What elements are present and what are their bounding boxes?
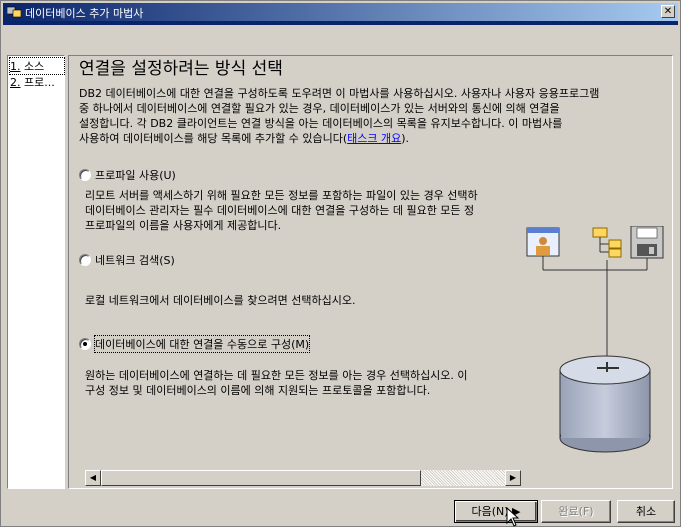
- finish-button[interactable]: 완료(F): [541, 500, 611, 523]
- nav-item-number: 2.: [10, 76, 21, 89]
- network-search-description: 로컬 네트워크에서 데이터베이스를 찾으려면 선택하십시오.: [85, 293, 535, 308]
- scroll-right-button[interactable]: ▶: [505, 470, 521, 486]
- wizard-steps-nav: 1. 소스 2. 프로...: [7, 55, 65, 489]
- option-text-line: 로컬 네트워크에서 데이터베이스를 찾으려면 선택하십시오.: [85, 294, 356, 307]
- option-text-line: 구성 정보 및 데이터베이스의 이름에 의해 지원되는 프로토콜을 포함합니다.: [85, 384, 431, 397]
- close-button[interactable]: ✕: [661, 5, 675, 18]
- database-cylinder-icon: [559, 355, 651, 453]
- scroll-track[interactable]: [421, 470, 505, 486]
- manual-config-description: 원하는 데이터베이스에 연결하는 데 필요한 모든 정보를 아는 경우 선택하십…: [85, 368, 535, 398]
- task-overview-link[interactable]: 태스크 개요: [347, 132, 401, 145]
- nav-item-profile[interactable]: 2. 프로...: [10, 74, 64, 90]
- scroll-left-button[interactable]: ◀: [85, 470, 101, 486]
- mouse-cursor-icon: [506, 507, 520, 527]
- profile-description: 리모트 서버를 액세스하기 위해 필요한 모든 정보를 포함하는 파일이 있는 …: [85, 188, 535, 233]
- manual-config-radio-label[interactable]: 데이터베이스에 대한 연결을 수동으로 구성(M): [93, 335, 311, 353]
- option-text-line: 데이터베이스 관리자는 필수 데이터베이스에 대한 연결을 구성하는 데 필요한…: [85, 204, 475, 217]
- nav-item-source[interactable]: 1. 소스: [9, 57, 65, 75]
- nav-item-label: 프로...: [24, 76, 55, 89]
- description-line: DB2 데이터베이스에 대한 연결을 구성하도록 도우려면 이 마법사를 사용하…: [79, 87, 600, 100]
- option-text-line: 리모트 서버를 액세스하기 위해 필요한 모든 정보를 포함하는 파일이 있는 …: [85, 189, 478, 202]
- profile-radio-label[interactable]: 프로파일 사용(U): [95, 167, 176, 183]
- connection-lines: [542, 256, 648, 362]
- page-description: DB2 데이터베이스에 대한 연결을 구성하도록 도우려면 이 마법사를 사용하…: [79, 86, 672, 146]
- network-search-radio[interactable]: [79, 254, 91, 266]
- title-bar[interactable]: 데이터베이스 추가 마법사 ✕: [3, 3, 678, 21]
- nav-item-label: 소스: [24, 60, 45, 73]
- next-button[interactable]: 다음(N) ▶: [454, 500, 538, 523]
- description-end: ).: [401, 132, 410, 145]
- window-title: 데이터베이스 추가 마법사: [25, 7, 144, 20]
- profile-radio[interactable]: [79, 169, 91, 181]
- option-text-line: 원하는 데이터베이스에 연결하는 데 필요한 모든 정보를 아는 경우 선택하십…: [85, 369, 468, 382]
- next-button-label: 다음(N): [471, 505, 509, 518]
- scroll-thumb[interactable]: [101, 470, 421, 486]
- folder-tree-icon: [592, 227, 622, 258]
- app-icon: [7, 6, 21, 18]
- wizard-window: 데이터베이스 추가 마법사 ✕ 1. 소스 2. 프로... 연결을 설정하려는…: [0, 0, 681, 527]
- option-text-line: 프로파일의 이름을 사용자에게 제공합니다.: [85, 219, 282, 232]
- description-line: 사용하여 데이터베이스를 해당 목록에 추가할 수 있습니다(: [79, 132, 348, 145]
- manual-config-radio[interactable]: [79, 338, 91, 350]
- floppy-disk-icon: [630, 226, 664, 259]
- database-illustration: [526, 226, 664, 453]
- network-search-radio-label[interactable]: 네트워크 검색(S): [95, 252, 175, 268]
- description-line: 중 하나에서 데이터베이스에 연결할 필요가 있는 경우, 데이터베이스가 있는…: [79, 102, 560, 115]
- title-underline: [3, 21, 678, 25]
- cancel-button[interactable]: 취소: [617, 500, 675, 523]
- content-panel: 연결을 설정하려는 방식 선택 DB2 데이터베이스에 대한 연결을 구성하도록…: [68, 55, 673, 489]
- description-line: 설정합니다. 각 DB2 클라이언트는 연결 방식을 아는 데이터베이스의 목록…: [79, 117, 563, 130]
- nav-item-number: 1.: [10, 60, 21, 73]
- page-title: 연결을 설정하려는 방식 선택: [79, 59, 283, 79]
- horizontal-scrollbar[interactable]: ◀ ▶: [85, 470, 521, 486]
- user-profile-icon: [526, 227, 560, 257]
